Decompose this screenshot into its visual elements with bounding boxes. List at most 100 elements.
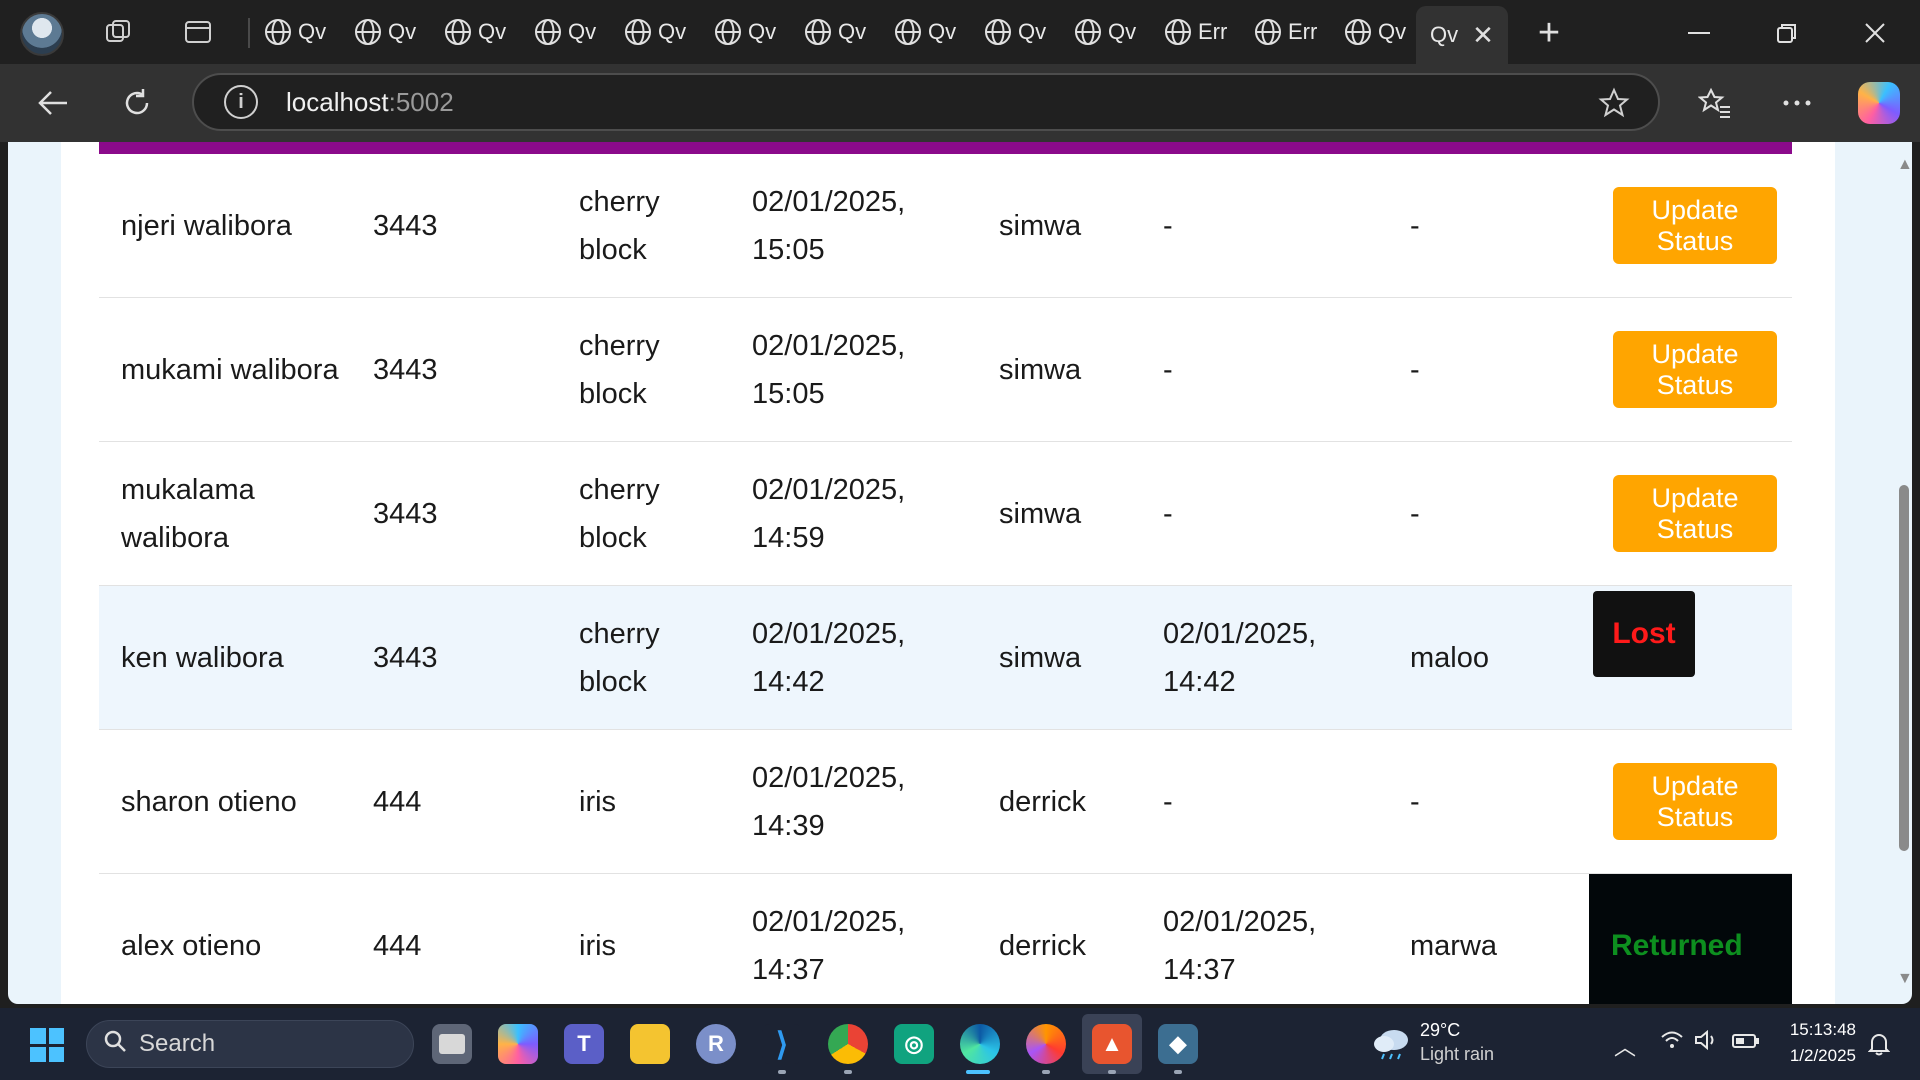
block-cell-text: cherry block: [579, 473, 660, 554]
address-bar[interactable]: i localhost:5002: [192, 73, 1660, 131]
browser-tab[interactable]: Qv: [532, 10, 616, 54]
globe-icon: [802, 16, 834, 48]
tab-label: Qv: [1108, 19, 1137, 44]
url-port: :5002: [388, 86, 454, 117]
browser-tab[interactable]: Qv: [622, 10, 706, 54]
update-status-button[interactable]: Update Status: [1613, 187, 1777, 264]
browser-tab[interactable]: Qv: [802, 10, 886, 54]
browser-tab[interactable]: Qv: [442, 10, 526, 54]
scrollbar-thumb[interactable]: [1899, 485, 1909, 851]
taskbar-search[interactable]: Search: [86, 1020, 414, 1068]
browser-tab[interactable]: Qv: [982, 10, 1066, 54]
favorite-star-icon[interactable]: [1596, 85, 1632, 121]
postman-icon[interactable]: ▲: [1092, 1024, 1132, 1064]
teams-icon[interactable]: T: [564, 1024, 604, 1064]
browser-tab[interactable]: Err: [1252, 10, 1336, 54]
running-indicator: [1174, 1070, 1182, 1074]
clock-date[interactable]: 1/2/2025: [1780, 1046, 1856, 1066]
firefox-icon[interactable]: [1026, 1024, 1066, 1064]
browser-tab[interactable]: Qv: [352, 10, 436, 54]
browser-tab[interactable]: Qv: [892, 10, 976, 54]
time-in-cell-text: 02/01/2025, 14:42: [752, 617, 906, 698]
cleared-by-cell: -: [1410, 154, 1560, 297]
show-hidden-icons-chevron-up-icon[interactable]: ︿: [1614, 1030, 1636, 1062]
tab-label: Qv: [928, 19, 957, 44]
workspaces-icon[interactable]: [100, 14, 136, 50]
update-status-button[interactable]: Update Status: [1613, 763, 1777, 840]
number-cell: 444: [373, 874, 523, 1004]
new-tab-button[interactable]: +: [1526, 10, 1572, 56]
mysql-workbench-icon[interactable]: ◆: [1158, 1024, 1198, 1064]
table-row: ken walibora 3443 cherry block 02/01/2025, …: [99, 586, 1792, 730]
update-status-button[interactable]: Update Status: [1613, 331, 1777, 408]
favorites-icon[interactable]: [1692, 80, 1738, 126]
copilot-app-icon[interactable]: [498, 1024, 538, 1064]
battery-icon[interactable]: [1732, 1030, 1760, 1056]
browser-tab[interactable]: Qv: [712, 10, 796, 54]
r-app-icon[interactable]: R: [696, 1024, 736, 1064]
number-cell: 3443: [373, 298, 523, 441]
browser-tab[interactable]: Err: [1162, 10, 1246, 54]
profile-avatar[interactable]: [20, 12, 64, 56]
browser-tab[interactable]: Qv: [262, 10, 346, 54]
task-view-icon[interactable]: [432, 1024, 472, 1064]
new-tab-label: +: [1537, 11, 1561, 54]
name-cell-text: mukami walibora: [121, 353, 339, 386]
scroll-up-icon[interactable]: ▲: [1897, 156, 1912, 174]
block-cell: iris: [579, 874, 709, 1004]
globe-icon: [1252, 16, 1284, 48]
back-icon[interactable]: [30, 80, 76, 126]
tab-active[interactable]: Qv ✕: [1416, 6, 1508, 64]
minimize-icon[interactable]: [1676, 10, 1722, 56]
registered-by-cell-text: simwa: [999, 497, 1082, 530]
scroll-down-icon[interactable]: ▼: [1897, 970, 1912, 988]
globe-icon: [1072, 16, 1104, 48]
time-out-cell: -: [1163, 298, 1353, 441]
weather-rain-icon[interactable]: [1372, 1028, 1412, 1060]
restore-icon[interactable]: [1764, 10, 1810, 56]
volume-icon[interactable]: [1694, 1029, 1718, 1056]
more-options-icon[interactable]: [1774, 80, 1820, 126]
block-cell-text: cherry block: [579, 185, 660, 266]
file-explorer-icon[interactable]: [630, 1024, 670, 1064]
number-cell: 444: [373, 730, 523, 873]
browser-tab[interactable]: Qv: [1072, 10, 1156, 54]
refresh-icon[interactable]: [114, 80, 160, 126]
url-host: localhost: [286, 86, 389, 117]
tab-actions-icon[interactable]: [180, 14, 216, 50]
vscode-icon[interactable]: ⟩: [762, 1024, 802, 1064]
start-icon[interactable]: [30, 1028, 64, 1062]
copilot-icon[interactable]: [1858, 82, 1900, 124]
registered-by-cell: simwa: [999, 298, 1149, 441]
time-out-cell-text: 02/01/2025, 14:37: [1163, 905, 1317, 986]
status-badge-lost: Lost: [1593, 591, 1695, 677]
name-cell: njeri walibora: [121, 154, 341, 297]
browser-tab[interactable]: Qv: [1342, 10, 1426, 54]
registered-by-cell: simwa: [999, 442, 1149, 585]
name-cell-text: alex otieno: [121, 929, 262, 962]
registered-by-cell-text: derrick: [999, 929, 1087, 962]
tab-label: Qv: [1378, 19, 1407, 44]
status-badge-returned: Returned: [1589, 874, 1792, 1004]
clock-time[interactable]: 15:13:48: [1788, 1020, 1856, 1040]
chatgpt-icon[interactable]: ◎: [894, 1024, 934, 1064]
registered-by-cell: simwa: [999, 154, 1149, 297]
close-window-icon[interactable]: [1852, 10, 1898, 56]
update-status-button[interactable]: Update Status: [1613, 475, 1777, 552]
time-in-cell: 02/01/2025, 14:42: [752, 586, 942, 729]
edge-icon[interactable]: [960, 1024, 1000, 1064]
site-info-icon[interactable]: i: [224, 85, 258, 119]
wifi-icon[interactable]: [1660, 1030, 1684, 1056]
time-out-cell: -: [1163, 730, 1353, 873]
tab-label: Err: [1198, 19, 1228, 44]
block-cell: cherry block: [579, 442, 709, 585]
globe-icon: [712, 16, 744, 48]
time-in-cell-text: 02/01/2025, 15:05: [752, 329, 906, 410]
name-cell-text: sharon otieno: [121, 785, 297, 818]
chrome-icon[interactable]: [828, 1024, 868, 1064]
cleared-by-cell: maloo: [1410, 586, 1560, 729]
close-tab-icon[interactable]: ✕: [1472, 20, 1494, 51]
notification-bell-icon[interactable]: [1867, 1032, 1891, 1062]
block-cell-text: iris: [579, 929, 617, 962]
globe-icon: [622, 16, 654, 48]
